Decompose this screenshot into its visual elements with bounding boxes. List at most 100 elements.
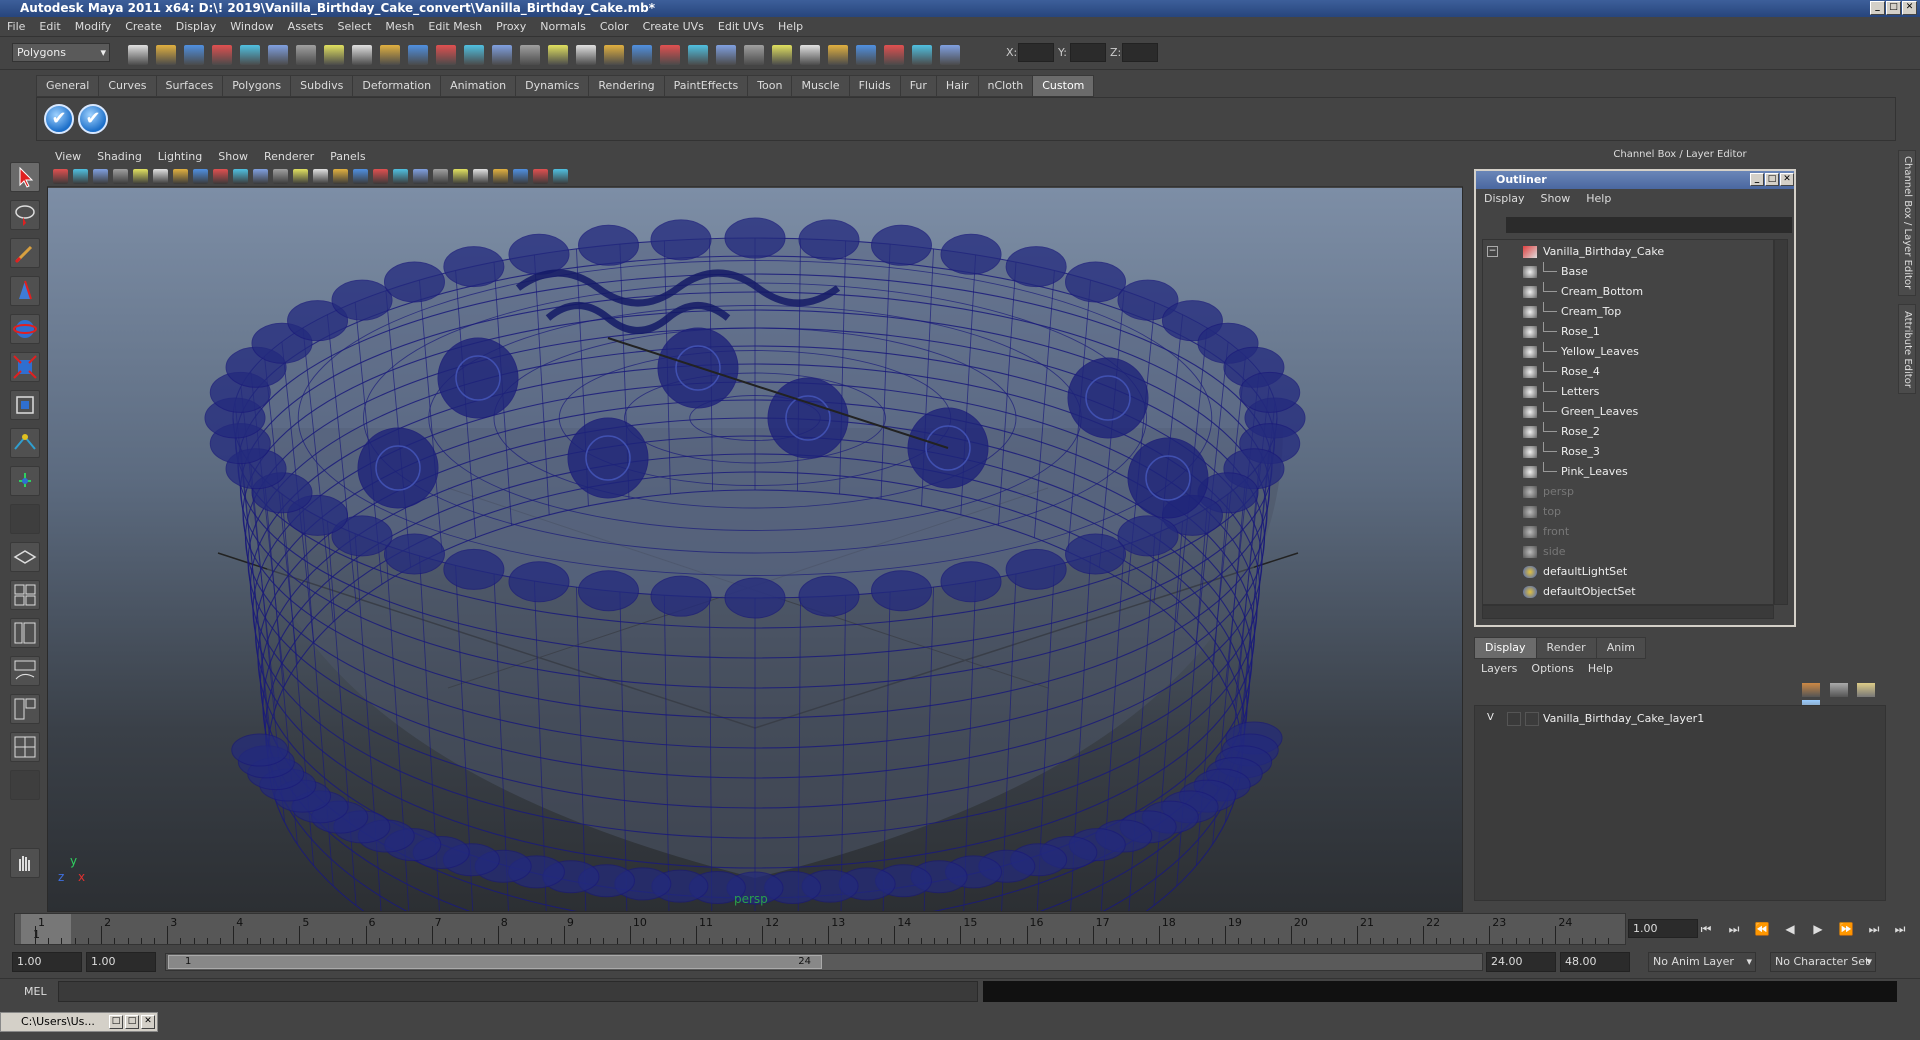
tab-hair[interactable]: Hair [935, 75, 979, 97]
menu-modify[interactable]: Modify [68, 17, 118, 37]
status-tool-icon[interactable] [408, 45, 428, 65]
outliner-item[interactable]: Rose_2 [1483, 422, 1773, 442]
hypershade-layout-icon[interactable] [10, 694, 40, 724]
menu-proxy[interactable]: Proxy [489, 17, 533, 37]
viewport-tool-icon[interactable] [373, 169, 388, 184]
viewport-tool-icon[interactable] [413, 169, 428, 184]
tab-custom[interactable]: Custom [1032, 75, 1095, 97]
outliner-item[interactable]: Cream_Top [1483, 302, 1773, 322]
range-slider-handle[interactable]: 1 24 [168, 955, 822, 969]
viewport-tool-icon[interactable] [233, 169, 248, 184]
viewport-tool-icon[interactable] [533, 169, 548, 184]
step-forward-key-icon[interactable]: ⏭ [1864, 921, 1884, 937]
menu-select[interactable]: Select [330, 17, 378, 37]
show-manip-icon[interactable] [10, 466, 40, 496]
viewport-tool-icon[interactable] [113, 169, 128, 184]
viewport-tool-icon[interactable] [313, 169, 328, 184]
outliner-layout-icon[interactable] [10, 618, 40, 648]
outliner-item[interactable]: Yellow_Leaves [1483, 342, 1773, 362]
status-tool-icon[interactable] [464, 45, 484, 65]
layer-row[interactable]: V Vanilla_Birthday_Cake_layer1 [1479, 710, 1879, 728]
menu-mesh[interactable]: Mesh [378, 17, 421, 37]
outliner-maximize-button[interactable]: □ [1765, 173, 1779, 186]
status-tool-icon[interactable] [856, 45, 876, 65]
outliner-close-button[interactable]: ✕ [1780, 173, 1794, 186]
status-tool-icon[interactable] [128, 45, 148, 65]
restore-button[interactable]: □ [109, 1015, 123, 1029]
viewport-menu-lighting[interactable]: Lighting [150, 147, 210, 167]
outliner-horizontal-scrollbar[interactable] [1482, 605, 1774, 619]
tab-polygons[interactable]: Polygons [222, 75, 292, 97]
outliner-item[interactable]: Base [1483, 262, 1773, 282]
scene-view[interactable]: y x z persp [48, 188, 1462, 1019]
play-backwards-icon[interactable]: ◀ [1780, 921, 1800, 937]
tab-toon[interactable]: Toon [747, 75, 793, 97]
paint-tool-icon[interactable] [10, 238, 40, 268]
status-tool-icon[interactable] [576, 45, 596, 65]
viewport-tool-icon[interactable] [393, 169, 408, 184]
minimize-button[interactable]: _ [1870, 1, 1885, 15]
menu-file[interactable]: File [0, 17, 32, 37]
status-tool-icon[interactable] [772, 45, 792, 65]
tab-general[interactable]: General [36, 75, 100, 97]
x-field[interactable] [1018, 43, 1054, 62]
outliner-item[interactable]: defaultLightSet [1483, 562, 1773, 582]
viewport-menu-panels[interactable]: Panels [322, 147, 373, 167]
side-tab-attribute-editor[interactable]: Attribute Editor [1898, 304, 1916, 394]
tab-curves[interactable]: Curves [98, 75, 157, 97]
mode-selector[interactable]: Polygons ▾ [12, 43, 110, 62]
viewport-tool-icon[interactable] [273, 169, 288, 184]
viewport-tool-icon[interactable] [473, 169, 488, 184]
checkmark-icon[interactable]: ✔ [44, 104, 74, 134]
viewport-tool-icon[interactable] [433, 169, 448, 184]
step-back-frame-icon[interactable]: ⏪ [1752, 921, 1772, 937]
status-tool-icon[interactable] [156, 45, 176, 65]
playback-start-field[interactable]: 1.00 [86, 952, 156, 972]
status-tool-icon[interactable] [632, 45, 652, 65]
step-forward-frame-icon[interactable]: ⏩ [1836, 921, 1856, 937]
menu-edit-mesh[interactable]: Edit Mesh [421, 17, 489, 37]
time-slider[interactable]: 1 1 2 3 4 5 6 7 8 9 10 11 12 13 14 15 16 17 18 19 20 21 22 23 2… [14, 913, 1626, 945]
viewport-menu-show[interactable]: Show [210, 147, 256, 167]
outliner-item[interactable]: side [1483, 542, 1773, 562]
layer-menu-options[interactable]: Options [1524, 659, 1580, 679]
z-field[interactable] [1122, 43, 1158, 62]
status-tool-icon[interactable] [660, 45, 680, 65]
more-tools-icon[interactable] [10, 770, 40, 800]
outliner-filter-input[interactable] [1506, 217, 1792, 233]
anim-end-field[interactable]: 48.00 [1560, 952, 1630, 972]
viewport-tool-icon[interactable] [333, 169, 348, 184]
status-tool-icon[interactable] [436, 45, 456, 65]
status-tool-icon[interactable] [240, 45, 260, 65]
go-to-end-icon[interactable]: ⏭ [1890, 921, 1910, 937]
mel-label[interactable]: MEL [24, 985, 47, 998]
current-frame-field[interactable]: 1.00 [1628, 919, 1698, 938]
layer-menu-help[interactable]: Help [1581, 659, 1620, 679]
tab-muscle[interactable]: Muscle [791, 75, 850, 97]
four-view-layout-icon[interactable] [10, 580, 40, 610]
outliner-item[interactable]: Pink_Leaves [1483, 462, 1773, 482]
viewport-tool-icon[interactable] [133, 169, 148, 184]
menu-help[interactable]: Help [771, 17, 810, 37]
maximize-button[interactable]: □ [125, 1015, 139, 1029]
add-to-layer-icon[interactable] [1857, 683, 1875, 697]
tab-subdivs[interactable]: Subdivs [290, 75, 354, 97]
tab-fur[interactable]: Fur [899, 75, 937, 97]
viewport-tool-icon[interactable] [253, 169, 268, 184]
outliner-item[interactable]: Vanilla_Birthday_Cake − [1483, 242, 1773, 262]
tab-fluids[interactable]: Fluids [848, 75, 901, 97]
viewport-tool-icon[interactable] [193, 169, 208, 184]
status-tool-icon[interactable] [296, 45, 316, 65]
status-tool-icon[interactable] [324, 45, 344, 65]
status-tool-icon[interactable] [884, 45, 904, 65]
playback-end-field[interactable]: 24.00 [1486, 952, 1556, 972]
character-set-selector[interactable]: No Character Set ▾ [1770, 952, 1876, 972]
viewport-tool-icon[interactable] [513, 169, 528, 184]
outliner-item[interactable]: Rose_3 [1483, 442, 1773, 462]
tab-display[interactable]: Display [1474, 637, 1537, 659]
status-tool-icon[interactable] [268, 45, 288, 65]
range-slider[interactable]: 1 24 [165, 953, 1483, 971]
anim-start-field[interactable]: 1.00 [12, 952, 82, 972]
hand-tool-icon[interactable] [10, 848, 40, 878]
soft-mod-icon[interactable] [10, 428, 40, 458]
